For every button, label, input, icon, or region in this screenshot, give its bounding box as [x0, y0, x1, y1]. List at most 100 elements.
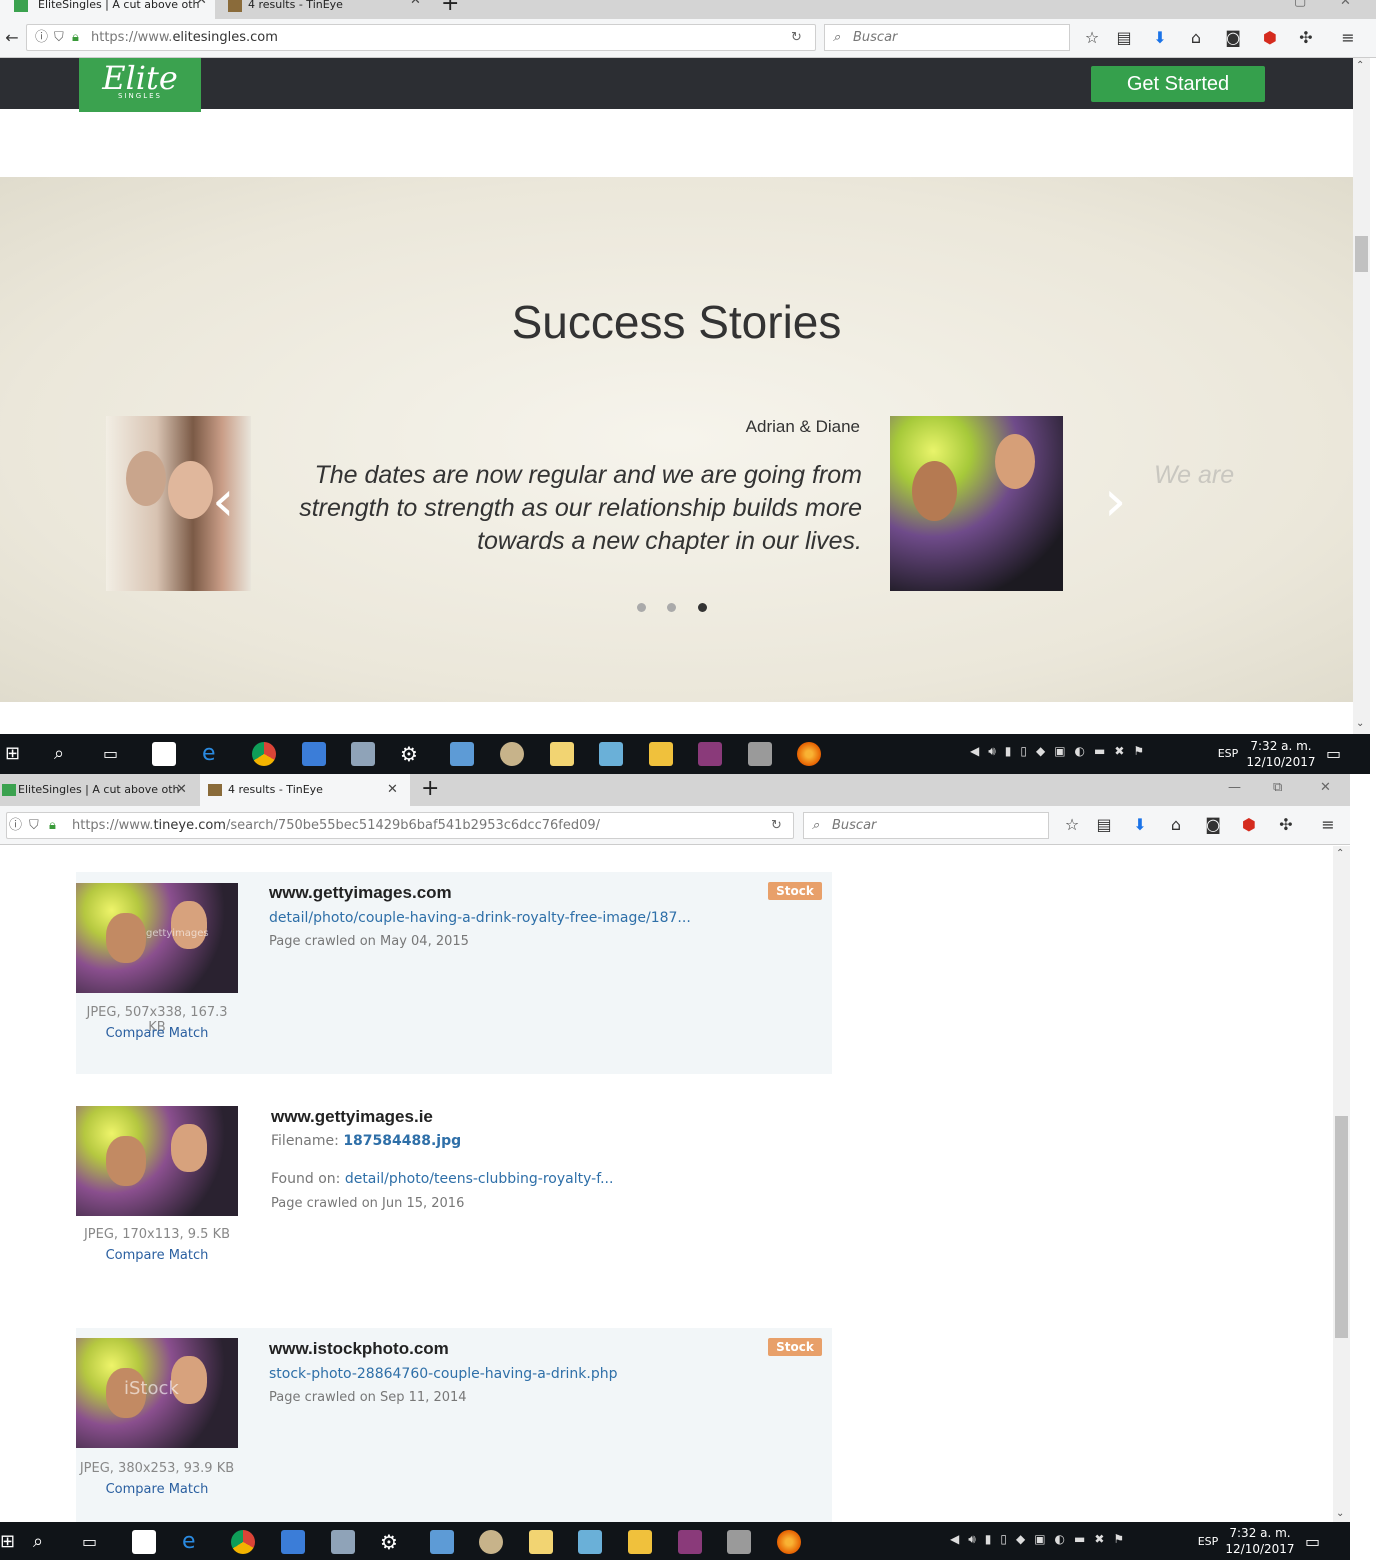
winrar-icon[interactable]	[698, 742, 722, 766]
home-icon[interactable]: ⌂	[1186, 28, 1206, 48]
app-icon[interactable]	[748, 742, 772, 766]
result-thumbnail[interactable]	[76, 1106, 238, 1216]
page-scrollbar[interactable]: ⌃ ⌄	[1353, 58, 1370, 734]
download-icon[interactable]: ⬇	[1150, 28, 1170, 48]
reading-list-icon[interactable]: ▤	[1114, 28, 1134, 48]
folder-icon[interactable]	[628, 1530, 652, 1554]
carousel-prev-icon[interactable]: ‹	[212, 469, 234, 534]
task-view-icon[interactable]: ▭	[82, 1530, 106, 1554]
extension-icon[interactable]: ✣	[1296, 28, 1316, 48]
bookmark-star-icon[interactable]: ☆	[1082, 28, 1102, 48]
scroll-up-icon[interactable]: ⌃	[1356, 60, 1364, 71]
search-input[interactable]: ⌕ Buscar	[824, 24, 1070, 51]
files-icon[interactable]	[529, 1530, 553, 1554]
close-window-icon[interactable]: ✕	[1340, 0, 1351, 9]
close-tab-icon[interactable]: ✕	[176, 774, 187, 806]
start-icon[interactable]: ⊞	[0, 1530, 24, 1554]
download-icon[interactable]: ⬇	[1130, 815, 1150, 835]
url-bar[interactable]: ⓘ ⛉ 🔒︎ https://www.elitesingles.com ↻	[26, 24, 816, 51]
carousel-dot-3[interactable]	[698, 603, 707, 612]
tab-tineye[interactable]: 4 results - TinEye ✕	[220, 0, 425, 19]
chrome-icon[interactable]	[252, 742, 276, 766]
mail-icon[interactable]	[152, 742, 176, 766]
app-icon[interactable]	[331, 1530, 355, 1554]
scroll-down-icon[interactable]: ⌄	[1336, 1508, 1344, 1519]
chrome-icon[interactable]	[231, 1530, 255, 1554]
paint-icon[interactable]	[479, 1530, 503, 1554]
adblock-icon[interactable]: ⬢	[1239, 815, 1259, 835]
search-icon[interactable]: ⌕	[33, 1530, 57, 1554]
carousel-dot-2[interactable]	[667, 603, 676, 612]
input-language[interactable]: ESP	[1195, 1534, 1221, 1550]
app-icon[interactable]	[450, 742, 474, 766]
close-window-icon[interactable]: ✕	[1320, 780, 1331, 795]
settings-icon[interactable]: ⚙	[380, 1530, 404, 1554]
app-icon[interactable]	[599, 742, 623, 766]
mail-icon[interactable]	[132, 1530, 156, 1554]
edge-icon[interactable]: e	[202, 742, 226, 766]
start-icon[interactable]: ⊞	[5, 742, 29, 766]
folder-icon[interactable]	[649, 742, 673, 766]
firefox-icon[interactable]	[797, 742, 821, 766]
menu-icon[interactable]: ≡	[1318, 815, 1338, 835]
close-tab-icon[interactable]: ✕	[410, 0, 421, 7]
settings-icon[interactable]: ⚙	[400, 742, 424, 766]
search-icon[interactable]: ⌕	[54, 742, 78, 766]
home-icon[interactable]: ⌂	[1166, 815, 1186, 835]
carousel-dot-1[interactable]	[637, 603, 646, 612]
scroll-up-icon[interactable]: ⌃	[1336, 848, 1344, 859]
app-icon[interactable]	[430, 1530, 454, 1554]
action-center-icon[interactable]: ▭	[1305, 1530, 1329, 1554]
minimize-window-icon[interactable]: —	[1228, 780, 1241, 795]
menu-icon[interactable]: ≡	[1338, 28, 1358, 48]
app-icon[interactable]	[351, 742, 375, 766]
tab-elitesingles[interactable]: EliteSingles | A cut above oth ✕	[0, 774, 196, 806]
scroll-thumb[interactable]	[1335, 1116, 1348, 1338]
task-view-icon[interactable]: ▭	[103, 742, 127, 766]
scroll-down-icon[interactable]: ⌄	[1356, 718, 1364, 729]
paint-icon[interactable]	[500, 742, 524, 766]
url-bar[interactable]: ⓘ ⛉ 🔒︎ https://www.tineye.com/search/750…	[6, 812, 794, 839]
new-tab-icon[interactable]: +	[421, 776, 439, 801]
result-thumbnail[interactable]: iStock	[76, 1338, 238, 1448]
tab-elitesingles[interactable]: EliteSingles | A cut above oth ✕	[0, 0, 215, 19]
compare-match-link[interactable]: Compare Match	[76, 1482, 238, 1497]
reload-icon[interactable]: ↻	[771, 813, 782, 838]
result-link[interactable]: stock-photo-28864760-couple-having-a-dri…	[269, 1366, 617, 1382]
scroll-thumb[interactable]	[1355, 236, 1368, 272]
winrar-icon[interactable]	[678, 1530, 702, 1554]
action-center-icon[interactable]: ▭	[1326, 742, 1350, 766]
result-link[interactable]: detail/photo/couple-having-a-drink-royal…	[269, 910, 691, 926]
result-link[interactable]: detail/photo/teens-clubbing-royalty-f...	[345, 1171, 614, 1187]
tab-tineye[interactable]: 4 results - TinEye ✕	[200, 774, 410, 806]
new-tab-icon[interactable]: +	[441, 0, 459, 16]
search-input[interactable]: ⌕ Buscar	[803, 812, 1049, 839]
app-icon[interactable]	[578, 1530, 602, 1554]
page-scrollbar[interactable]: ⌃ ⌄	[1333, 846, 1350, 1524]
pocket-icon[interactable]: ◙	[1203, 815, 1223, 835]
pocket-icon[interactable]: ◙	[1223, 28, 1243, 48]
info-icon[interactable]: ⓘ	[9, 813, 22, 838]
clock[interactable]: 7:32 a. m. 12/10/2017	[1225, 1525, 1295, 1557]
reload-icon[interactable]: ↻	[791, 25, 802, 50]
extension-icon[interactable]: ✣	[1276, 815, 1296, 835]
reading-list-icon[interactable]: ▤	[1094, 815, 1114, 835]
get-started-button[interactable]: Get Started	[1091, 66, 1265, 102]
input-language[interactable]: ESP	[1215, 746, 1241, 762]
app-icon[interactable]	[727, 1530, 751, 1554]
app-icon[interactable]	[302, 742, 326, 766]
close-tab-icon[interactable]: ✕	[196, 0, 207, 7]
close-tab-icon[interactable]: ✕	[387, 774, 398, 806]
restore-window-icon[interactable]: ⧉	[1273, 780, 1282, 795]
carousel-next-icon[interactable]: ›	[1104, 469, 1126, 534]
elite-singles-logo[interactable]: Elite SINGLES	[79, 58, 201, 112]
restore-window-icon[interactable]: ▢	[1294, 0, 1306, 9]
info-icon[interactable]: ⓘ	[35, 25, 48, 50]
filename-link[interactable]: 187584488.jpg	[343, 1133, 461, 1149]
result-thumbnail[interactable]: gettyimages	[76, 883, 238, 993]
adblock-icon[interactable]: ⬢	[1260, 28, 1280, 48]
firefox-icon[interactable]	[777, 1530, 801, 1554]
clock[interactable]: 7:32 a. m. 12/10/2017	[1246, 738, 1316, 770]
bookmark-star-icon[interactable]: ☆	[1062, 815, 1082, 835]
files-icon[interactable]	[550, 742, 574, 766]
